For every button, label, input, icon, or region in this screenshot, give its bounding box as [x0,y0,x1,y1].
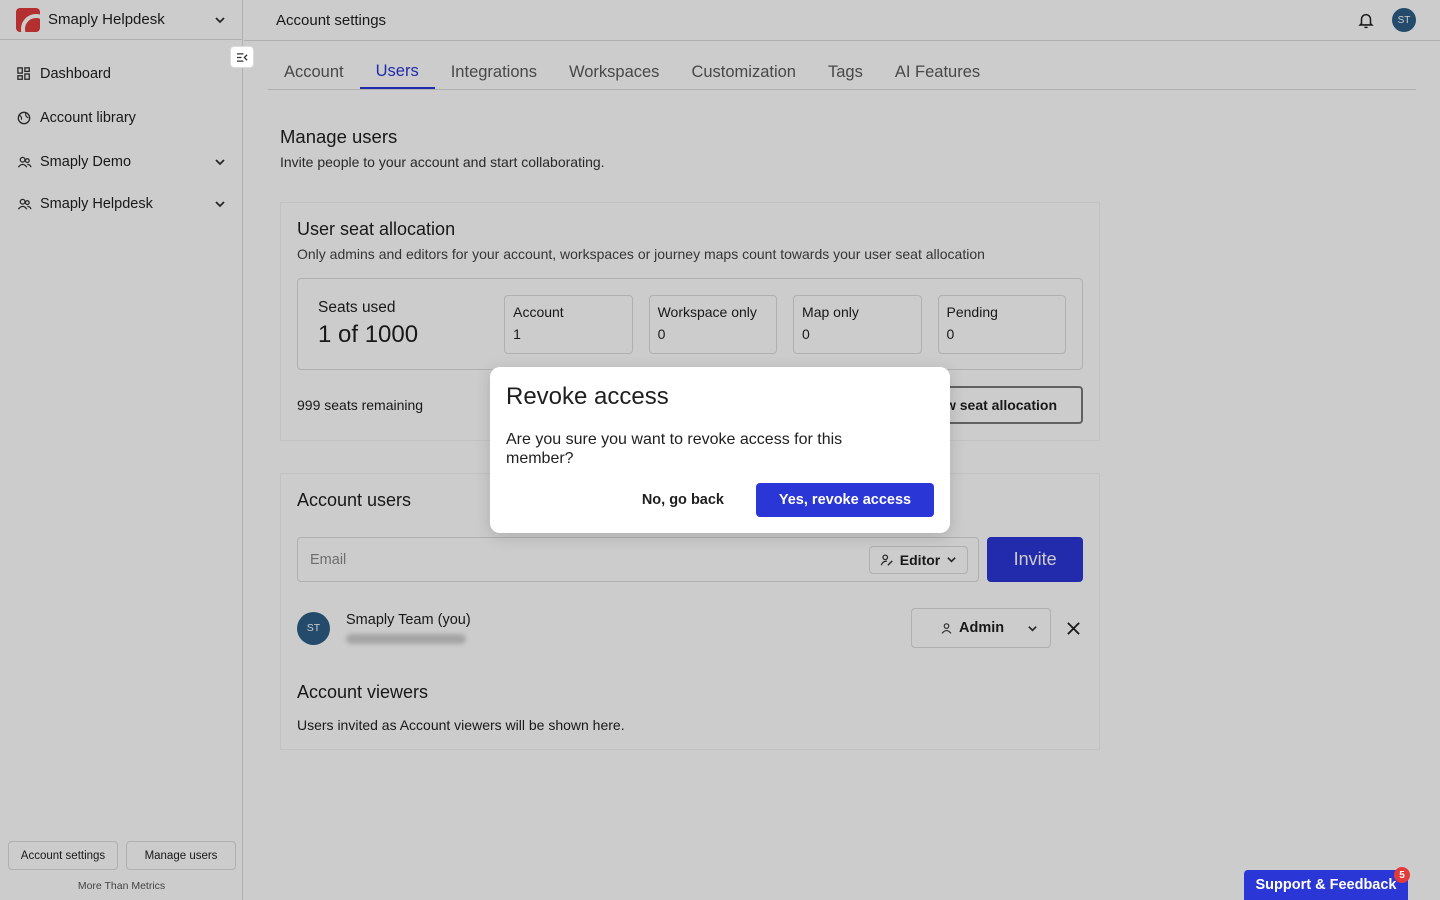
dialog-message: Are you sure you want to revoke access f… [506,431,843,467]
support-feedback-button[interactable]: Support & Feedback 5 [1244,867,1410,900]
collapse-sidebar-icon [236,52,248,62]
dialog-title: Revoke access [506,383,669,410]
support-label: Support & Feedback [1255,877,1397,893]
cancel-button[interactable]: No, go back [618,483,748,517]
dialog-actions: No, go back Yes, revoke access [618,483,934,517]
notification-badge: 5 [1394,867,1410,883]
revoke-access-dialog: Revoke access Are you sure you want to r… [490,367,950,533]
collapse-sidebar-button[interactable] [230,46,254,68]
confirm-revoke-button[interactable]: Yes, revoke access [756,483,934,517]
